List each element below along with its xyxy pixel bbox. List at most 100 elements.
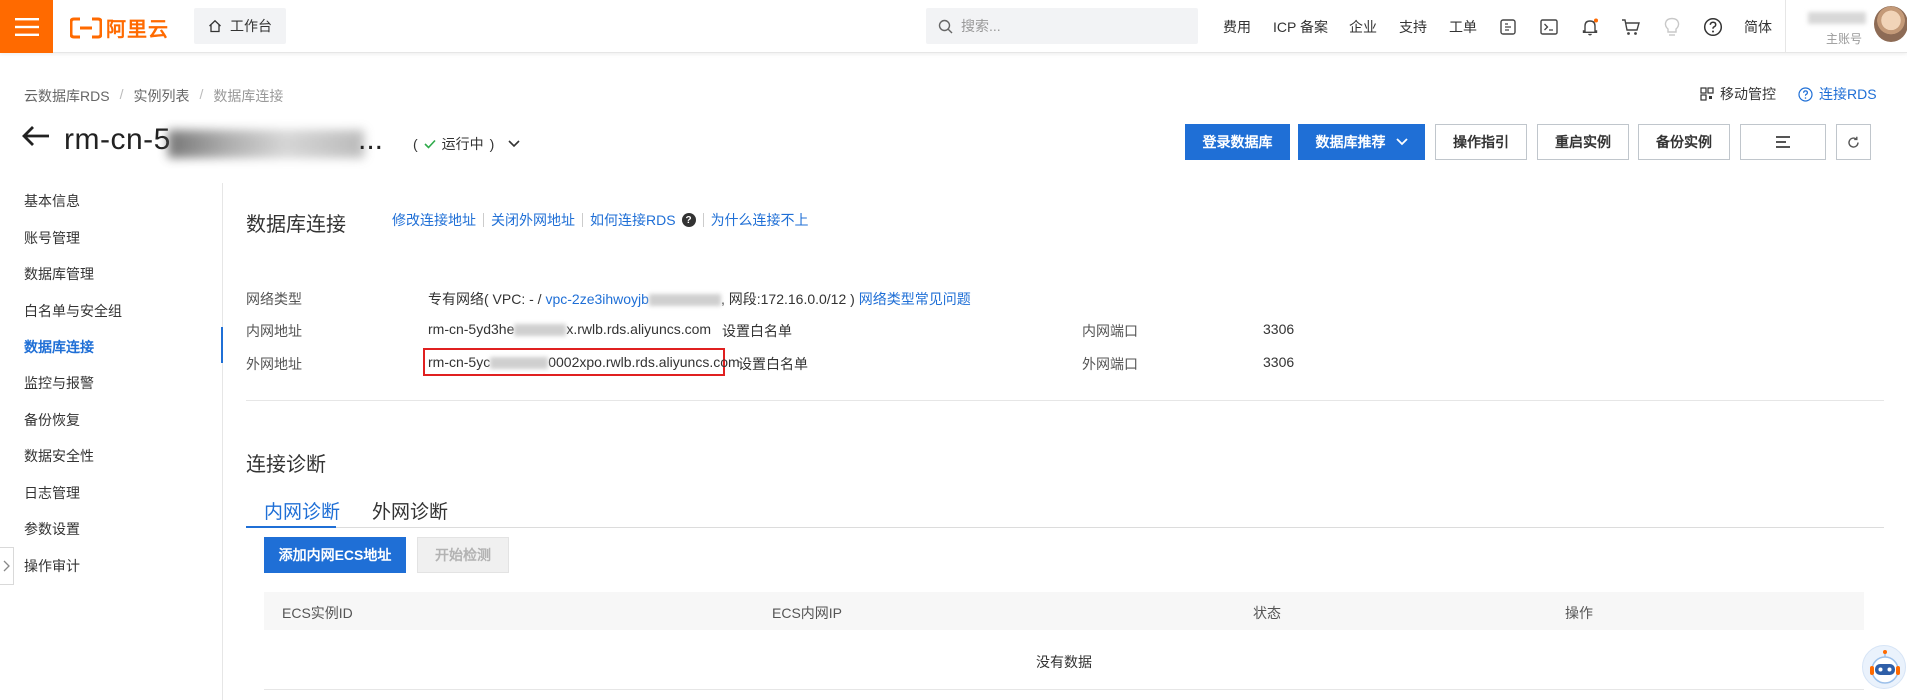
how-to-connect-link[interactable]: 如何连接RDS [590,210,676,230]
sidebar-collapse-toggle[interactable] [0,547,14,585]
top-bar: 阿里云 工作台 费用 ICP 备案 企业 支持 工单 简体 主账号 [0,0,1907,53]
nav-ticket[interactable]: 工单 [1449,0,1477,53]
back-arrow-icon[interactable] [22,125,50,147]
sidebar-item-parameters[interactable]: 参数设置 [24,519,80,539]
operation-guide-button[interactable]: 操作指引 [1435,124,1527,160]
question-circle-icon [1798,86,1813,102]
intranet-port-label: 内网端口 [1082,323,1138,339]
intranet-address-value: rm-cn-5yd3he x.rwlb.rds.aliyuncs.com [428,321,711,337]
extranet-port-value: 3306 [1263,354,1295,370]
bell-icon[interactable] [1578,15,1602,39]
close-extranet-link[interactable]: 关闭外网地址 [491,210,575,230]
database-recommend-button[interactable]: 数据库推荐 [1298,124,1425,160]
breadcrumb-instance-list[interactable]: 实例列表 [133,86,189,106]
nav-icp[interactable]: ICP 备案 [1273,0,1328,53]
search-box[interactable] [926,8,1198,44]
sidebar-item-logs[interactable]: 日志管理 [24,483,80,503]
sidebar-item-monitoring[interactable]: 监控与报警 [24,373,94,393]
db-connection-title: 数据库连接 [246,214,346,236]
nav-enterprise[interactable]: 企业 [1349,0,1377,53]
nav-support[interactable]: 支持 [1399,0,1427,53]
assistant-robot-icon[interactable] [1862,645,1906,689]
add-ecs-address-button[interactable]: 添加内网ECS地址 [264,537,406,573]
aliyun-logo-icon [70,16,102,40]
terminal-icon[interactable] [1537,15,1561,39]
help-icon[interactable] [1701,15,1725,39]
breadcrumb-rds[interactable]: 云数据库RDS [24,86,110,106]
instance-status-dropdown[interactable]: ( 运行中 ) [413,134,520,154]
instance-title-ellipsis: ... [358,123,384,156]
network-type-label: 网络类型 [246,291,302,307]
menu-icon[interactable] [0,0,53,53]
sidebar-item-whitelist[interactable]: 白名单与安全组 [24,301,122,321]
extranet-address-label: 外网地址 [246,356,302,372]
login-database-button[interactable]: 登录数据库 [1185,124,1290,160]
vpc-redacted [648,294,721,307]
account-type: 主账号 [1826,32,1863,46]
menu-lines-icon [1776,136,1790,148]
modify-address-link[interactable]: 修改连接地址 [392,210,476,230]
more-menu-button[interactable] [1740,124,1826,160]
sidebar-item-audit[interactable]: 操作审计 [24,556,80,576]
tab-baseline [246,527,1884,528]
mobile-control-label: 移动管控 [1720,86,1776,102]
tab-extranet-diagnosis[interactable]: 外网诊断 [372,497,448,524]
language-switch[interactable]: 简体 [1744,0,1772,53]
sidebar-item-basic-info[interactable]: 基本信息 [24,191,80,211]
intranet-whitelist-link[interactable]: 设置白名单 [722,321,792,341]
search-icon [938,19,953,33]
vpc-link[interactable]: vpc-2ze3ihwoyjb [545,291,649,307]
start-detection-button[interactable]: 开始检测 [417,537,509,573]
sidebar-item-db-connection[interactable]: 数据库连接 [24,337,94,357]
sidebar-item-accounts[interactable]: 账号管理 [24,228,80,248]
refresh-icon [1848,136,1859,148]
tab-intranet-diagnosis[interactable]: 内网诊断 [264,497,340,524]
db-connection-actions: 修改连接地址 关闭外网地址 如何连接RDS ? 为什么连接不上 [392,210,809,230]
home-icon [209,19,221,33]
cart-icon[interactable] [1619,15,1643,39]
network-faq-link[interactable]: 网络类型常见问题 [859,291,971,307]
extranet-address-part2: 0002xpo.rwlb.rds.aliyuncs.com [548,354,740,370]
intranet-address-part2: x.rwlb.rds.aliyuncs.com [566,321,712,337]
network-type-value: 专有网络( VPC: - / vpc-2ze3ihwoyjb , 网段:172.1… [428,289,971,309]
extranet-address-value: rm-cn-5yc 0002xpo.rwlb.rds.aliyuncs.com [428,354,740,370]
section-divider [246,400,1884,401]
help-icon[interactable]: ? [681,213,696,227]
extranet-address-part1: rm-cn-5yc [428,354,491,370]
sidebar-item-databases[interactable]: 数据库管理 [24,264,94,284]
instance-title: rm-cn-5 [64,123,171,156]
link-divider [702,213,704,227]
tab-active-underline [246,526,336,528]
avatar [1874,6,1907,42]
app-icon[interactable] [1496,15,1520,39]
intranet-port-value: 3306 [1263,321,1295,337]
mobile-control-link[interactable]: 移动管控 [1700,84,1776,104]
sidebar-item-backup[interactable]: 备份恢复 [24,410,80,430]
network-type-prefix: 专有网络( VPC: - / [428,291,546,307]
backup-instance-button[interactable]: 备份实例 [1638,124,1730,160]
sidebar [0,183,223,700]
account-name-redacted [1808,12,1866,24]
paren-open: ( [413,136,418,152]
search-input[interactable] [961,18,1181,34]
sidebar-item-security[interactable]: 数据安全性 [24,446,94,466]
ecs-table-empty-row: 没有数据 [264,630,1864,690]
chevron-right-icon [3,560,10,572]
why-cannot-connect-link[interactable]: 为什么连接不上 [711,210,809,230]
refresh-button[interactable] [1836,124,1871,160]
aliyun-logo[interactable]: 阿里云 [70,13,169,42]
chevron-down-icon [1395,138,1408,146]
extranet-address-redacted [490,357,549,370]
nav-fee[interactable]: 费用 [1223,0,1251,53]
extranet-whitelist-link[interactable]: 设置白名单 [738,354,808,374]
connect-rds-link[interactable]: 连接RDS [1798,84,1877,104]
lightbulb-icon[interactable] [1660,15,1684,39]
ecs-table-header: ECS实例ID ECS内网IP 状态 操作 [264,592,1864,630]
column-ecs-ip: ECS内网IP [772,605,843,621]
restart-instance-button[interactable]: 重启实例 [1537,124,1629,160]
account-menu[interactable]: 主账号 [1785,0,1907,53]
intranet-address-redacted [514,324,567,337]
workbench-button[interactable]: 工作台 [194,8,286,44]
breadcrumb-separator: / [119,86,124,102]
column-actions: 操作 [1565,605,1593,621]
